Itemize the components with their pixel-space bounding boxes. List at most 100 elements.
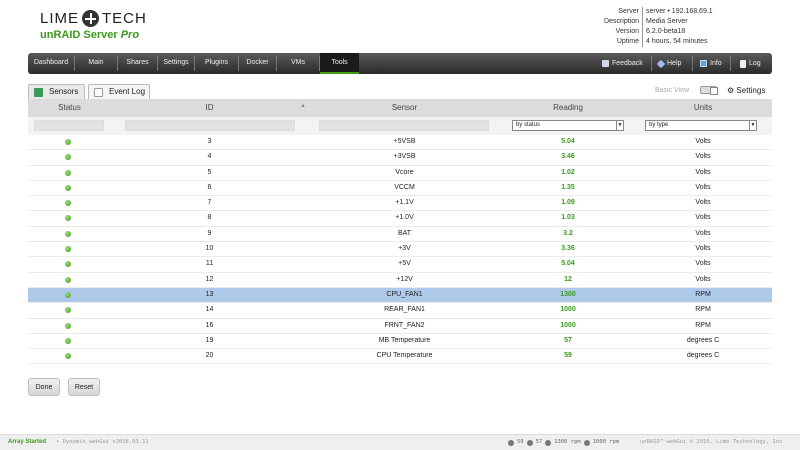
header-units[interactable]: Units [634,99,772,117]
footer-cpu-temp: 57 [535,439,543,445]
event-log-icon [94,88,103,97]
uptime-label: Uptime [616,38,640,45]
table-row[interactable]: 6 VCCM 1.35 Volts [28,181,772,197]
table-row[interactable]: 10 +3V 3.36 Volts [28,242,772,258]
sensors-icon [34,88,43,97]
feedback-icon [602,60,609,67]
reading-filter-value: by status [516,122,541,128]
sensor-table: Status ID ▲ Sensor Reading Units by stat… [28,99,772,365]
cell-units: degrees C [686,336,720,344]
header-sensor[interactable]: Sensor [313,99,496,117]
log-link[interactable]: Log [740,53,761,74]
main-nav: Dashboard Main Shares Settings Plugins D… [28,53,772,74]
nav-docker[interactable]: Docker [239,53,276,74]
logo: LIME TECH unRAID Server Pro [40,10,147,41]
cell-reading: 1.09 [561,199,575,207]
monitor-icon [700,60,707,67]
header-reading[interactable]: Reading [502,99,634,117]
help-label: Help [667,59,682,67]
help-link[interactable]: Help [656,53,682,74]
mb-temperature-icon [508,439,514,446]
cell-units: RPM [695,321,711,329]
reset-button[interactable]: Reset [68,378,100,396]
cell-id: 4 [207,153,212,161]
cell-id: 19 [205,336,214,344]
server-label: Server [618,8,640,15]
table-row[interactable]: 7 +1.1V 1.09 Volts [28,196,772,212]
tab-sensors[interactable]: Sensors [28,84,85,99]
cell-reading: 1.02 [561,168,575,176]
log-file-icon [740,59,746,68]
units-filter-select[interactable]: by type ▼ [645,120,757,131]
cell-units: Volts [695,245,711,253]
table-row[interactable]: 11 +5V 5.04 Volts [28,257,772,273]
cell-id: 9 [207,229,212,237]
nav-main[interactable]: Main [75,53,117,74]
basic-view-toggle[interactable] [700,86,718,95]
lime-tech-logo-icon [82,10,100,27]
header-status[interactable]: Status [28,99,111,117]
footer-fan1: 1300 rpm [554,439,581,445]
footer-mb-temp: 59 [517,439,524,445]
table-row[interactable]: 14 REAR_FAN1 1000 RPM [28,303,772,319]
nav-shares[interactable]: Shares [118,53,157,74]
table-row[interactable]: 9 BAT 3.2 Volts [28,227,772,243]
status-filter-input[interactable] [34,120,104,131]
cell-id: 13 [205,290,214,298]
status-ok-icon [65,307,71,314]
cell-reading: 1300 [560,290,576,298]
product-name: unRAID Server Pro [40,29,140,41]
cell-id: 3 [207,138,212,145]
nav-settings[interactable]: Settings [158,53,194,74]
table-row[interactable]: 19 MB Temperature 57 degrees C [28,334,772,350]
header-id[interactable]: ID [118,99,301,117]
cell-reading: 3.46 [561,153,575,161]
status-ok-icon [65,169,71,176]
cell-units: Volts [695,214,711,222]
sensor-filter-input[interactable] [319,120,489,131]
id-filter-input[interactable] [125,120,295,131]
status-ok-icon [65,261,71,268]
nav-dashboard[interactable]: Dashboard [28,53,74,74]
status-ok-icon [65,215,71,222]
chevron-down-icon: ▼ [616,121,623,130]
cell-id: 5 [207,168,212,176]
log-label: Log [749,59,761,67]
status-ok-icon [65,353,71,360]
table-row[interactable]: 12 +12V 12 Volts [28,273,772,288]
info-link[interactable]: Info [700,53,722,74]
cell-id: 10 [205,245,214,253]
description-label: Description [604,18,640,25]
table-body: 3 +5VSB 5.04 Volts 4 +3VSB 3.46 Volts 5 Vcore 1.02… [28,135,772,365]
status-ok-icon [65,184,71,191]
table-row[interactable]: 4 +3VSB 3.46 Volts [28,150,772,166]
cell-id: 8 [207,214,212,222]
cell-sensor: +12V [396,275,413,283]
settings-link[interactable]: ⚙ Settings [727,86,765,95]
table-row[interactable]: 16 FRNT_FAN2 1000 RPM [28,319,772,334]
table-row[interactable]: 8 +1.0V 1.03 Volts [28,211,772,227]
reading-filter-select[interactable]: by status ▼ [512,120,624,131]
cpu-temperature-icon [526,439,533,446]
nav-plugins[interactable]: Plugins [195,53,238,74]
feedback-link[interactable]: Feedback [602,53,643,74]
nav-tools[interactable]: Tools [320,53,359,74]
table-row[interactable]: 13 CPU_FAN1 1300 RPM [28,287,772,304]
cell-reading: 59 [564,352,572,360]
done-button[interactable]: Done [28,378,60,396]
table-row[interactable]: 5 Vcore 1.02 Volts [28,166,772,181]
cell-sensor: VCCM [394,183,415,191]
cell-units: Volts [695,168,711,176]
tab-event-log-label: Event Log [109,87,146,96]
tab-event-log[interactable]: Event Log [88,84,150,99]
cell-reading: 3.36 [561,245,575,253]
product-edition: Pro [120,29,140,41]
cell-sensor: CPU_FAN1 [386,290,423,298]
table-row[interactable]: 3 +5VSB 5.04 Volts [28,135,772,151]
footer-fan2: 1000 rpm [592,439,620,445]
cell-sensor: +5VSB [393,138,416,145]
cell-id: 6 [207,183,212,191]
table-row[interactable]: 20 CPU Temperature 59 degrees C [28,349,772,365]
nav-vms[interactable]: VMs [277,53,319,74]
info-label: Info [710,59,722,67]
